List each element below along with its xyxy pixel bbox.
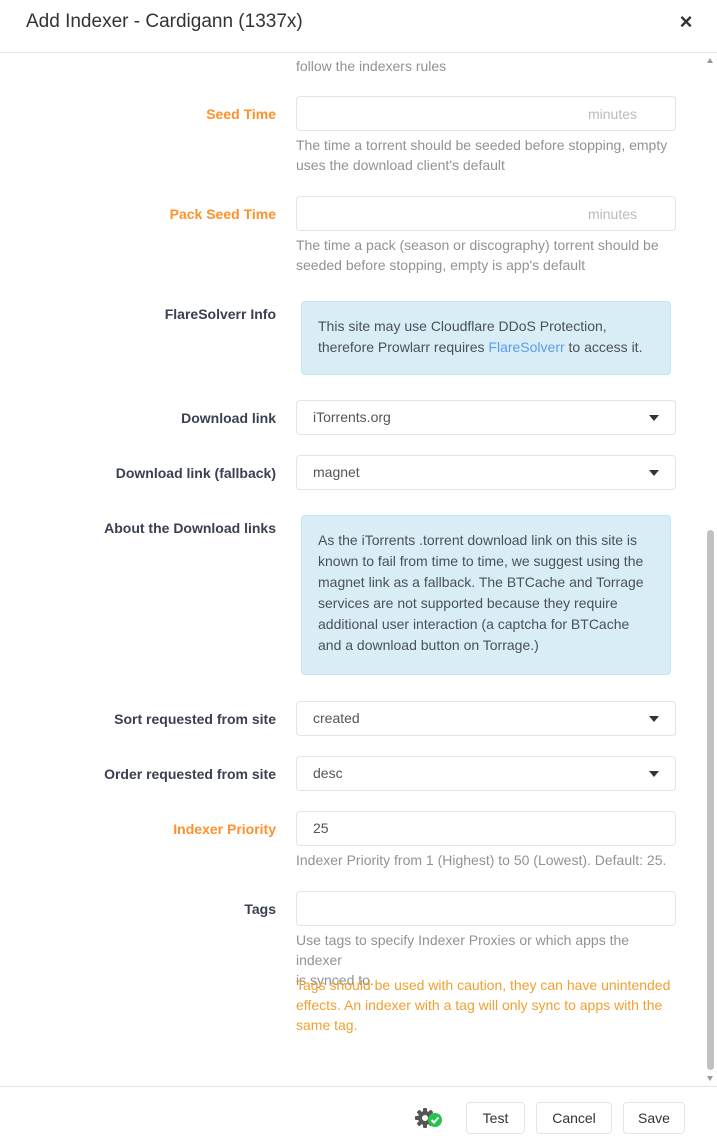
- seed-time-help-line: The time a torrent should be seeded befo…: [296, 137, 668, 153]
- download-link-label: Download link: [181, 410, 276, 426]
- modal-footer: Test Cancel Save: [0, 1086, 717, 1144]
- flaresolverr-suffix-text: to access it.: [564, 339, 643, 355]
- sort-value: created: [313, 710, 360, 726]
- tags-warning-line: effects. An indexer with a tag will only…: [296, 997, 663, 1013]
- scroll-up-arrow-icon[interactable]: [707, 58, 713, 63]
- download-link-value: iTorrents.org: [313, 409, 391, 425]
- pack-seed-time-input[interactable]: minutes: [296, 196, 676, 231]
- download-link-fallback-label: Download link (fallback): [115, 465, 276, 481]
- flaresolverr-info-alert: This site may use Cloudflare DDoS Protec…: [301, 301, 671, 375]
- scroll-down-arrow-icon[interactable]: [707, 1076, 713, 1081]
- sort-select[interactable]: created: [296, 701, 676, 736]
- download-link-fallback-value: magnet: [313, 464, 360, 480]
- tags-input[interactable]: [296, 891, 676, 926]
- indexer-priority-value: 25: [313, 820, 329, 836]
- pack-seed-time-help: The time a pack (season or discography) …: [296, 235, 676, 275]
- flaresolverr-info-line: therefore Prowlarr requires FlareSolverr…: [318, 337, 654, 358]
- seed-time-input[interactable]: minutes: [296, 96, 676, 131]
- download-link-fallback-select[interactable]: magnet: [296, 455, 676, 490]
- modal-header: Add Indexer - Cardigann (1337x) ×: [0, 0, 717, 53]
- pack-seed-time-unit: minutes: [587, 206, 637, 222]
- caret-down-icon: [649, 771, 659, 777]
- save-button[interactable]: Save: [623, 1102, 685, 1134]
- seed-time-help: The time a torrent should be seeded befo…: [296, 135, 676, 175]
- tags-warning: Tags should be used with caution, they c…: [296, 975, 676, 1035]
- modal-title: Add Indexer - Cardigann (1337x): [26, 11, 303, 32]
- tags-warning-line: Tags should be used with caution, they c…: [296, 977, 671, 993]
- indexer-priority-help: Indexer Priority from 1 (Highest) to 50 …: [296, 852, 667, 868]
- caret-down-icon: [649, 415, 659, 421]
- tags-help-line: Use tags to specify Indexer Proxies or w…: [296, 932, 630, 968]
- pack-seed-time-help-line: seeded before stopping, empty is app's d…: [296, 257, 586, 273]
- about-download-links-line: additional user interaction (a captcha f…: [318, 616, 630, 632]
- about-download-links-alert: As the iTorrents .torrent download link …: [301, 515, 671, 675]
- previous-field-help-tail: follow the indexers rules: [296, 58, 447, 74]
- tags-warning-line: same tag.: [296, 1017, 358, 1033]
- flaresolverr-prefix-text: therefore Prowlarr requires: [318, 339, 489, 355]
- order-select[interactable]: desc: [296, 756, 676, 791]
- caret-down-icon: [649, 470, 659, 476]
- advanced-settings-toggle[interactable]: [414, 1107, 444, 1129]
- close-button[interactable]: ×: [672, 8, 700, 36]
- seed-time-unit: minutes: [587, 106, 637, 122]
- pack-seed-time-help-line: The time a pack (season or discography) …: [296, 237, 659, 253]
- gear-check-icon: [415, 1108, 442, 1128]
- flaresolverr-link[interactable]: FlareSolverr: [488, 339, 564, 355]
- indexer-priority-input[interactable]: 25: [296, 811, 676, 846]
- scrollbar-thumb[interactable]: [707, 530, 714, 1070]
- caret-down-icon: [649, 716, 659, 722]
- tags-label: Tags: [244, 901, 276, 917]
- about-download-links-line: and a download button on Torrage.): [318, 637, 539, 653]
- flaresolverr-info-line: This site may use Cloudflare DDoS Protec…: [318, 318, 607, 334]
- about-download-links-line: services are not supported because they …: [318, 595, 618, 611]
- flaresolverr-info-label: FlareSolverr Info: [164, 306, 276, 322]
- pack-seed-time-label: Pack Seed Time: [169, 206, 276, 222]
- order-value: desc: [313, 765, 343, 781]
- cancel-button[interactable]: Cancel: [536, 1102, 612, 1134]
- sort-label: Sort requested from site: [114, 711, 276, 727]
- order-label: Order requested from site: [104, 766, 276, 782]
- modal-body: follow the indexers rules Seed Time minu…: [0, 53, 717, 1086]
- seed-time-help-line: uses the download client's default: [296, 157, 505, 173]
- about-download-links-label: About the Download links: [104, 520, 276, 536]
- about-download-links-line: magnet link as a fallback. The BTCache a…: [318, 574, 644, 590]
- seed-time-label: Seed Time: [206, 106, 276, 122]
- indexer-priority-label: Indexer Priority: [173, 821, 276, 837]
- about-download-links-line: As the iTorrents .torrent download link …: [318, 532, 638, 548]
- about-download-links-line: known to fail from time to time, we sugg…: [318, 553, 644, 569]
- download-link-select[interactable]: iTorrents.org: [296, 400, 676, 435]
- test-button[interactable]: Test: [466, 1102, 525, 1134]
